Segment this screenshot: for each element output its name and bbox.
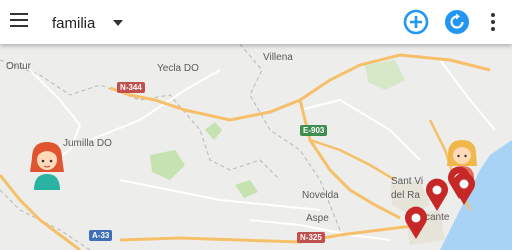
caret-down-icon xyxy=(113,20,124,26)
place-label: Villena xyxy=(263,52,293,63)
place-label: Yecla DO xyxy=(157,63,199,74)
park-area xyxy=(205,122,222,140)
park-area xyxy=(150,150,185,180)
place-label: Aspe xyxy=(306,213,329,224)
park-area xyxy=(235,180,258,198)
place-label: Jumilla DO xyxy=(63,138,112,149)
road-shield: N-325 xyxy=(297,232,325,243)
hamburger-menu-icon[interactable] xyxy=(10,13,28,27)
road-shield: E-903 xyxy=(300,125,328,136)
app-bar: familia xyxy=(0,0,512,44)
add-circle-icon[interactable] xyxy=(403,9,429,35)
refresh-circle-icon[interactable] xyxy=(444,9,470,35)
group-selector[interactable]: familia xyxy=(52,12,124,34)
family-member-avatar-girl[interactable] xyxy=(26,140,68,192)
road-shield: N-344 xyxy=(117,82,145,93)
place-label: Novelda xyxy=(302,190,339,201)
location-pin-icon[interactable] xyxy=(403,206,429,240)
road-shield: A-33 xyxy=(89,230,113,241)
place-label: Sant Vi xyxy=(391,176,424,187)
location-pin-icon[interactable] xyxy=(451,172,477,206)
place-label: Ontur xyxy=(6,61,32,72)
park-area xyxy=(365,60,405,90)
group-selector-value: familia xyxy=(52,14,96,32)
place-label: del Ra xyxy=(391,190,420,201)
more-vert-icon[interactable] xyxy=(488,13,498,31)
